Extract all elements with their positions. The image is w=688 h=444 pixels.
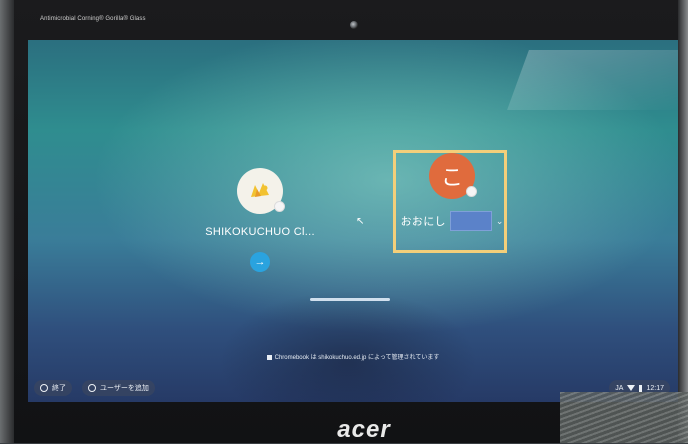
camera-icon [350,21,358,29]
bezel-right-edge [678,0,688,443]
avatar-status-dot [466,186,477,197]
user-name: おおにし [400,216,446,228]
avatar[interactable] [237,168,285,214]
ime-indicator: JA [615,384,624,392]
screen-reflection [507,50,678,110]
power-icon [40,384,48,392]
chromeos-login-screen: SHIKOKUCHUO Cl... → こ おおにし ⌄ ↖ Chromeboo… [28,40,678,402]
redaction-box [449,211,492,231]
add-user-button[interactable]: ユーザーを追加 [82,380,155,396]
avatar-letter: こ [440,166,463,191]
next-arrow-button[interactable]: → [250,252,270,272]
wifi-icon [627,385,636,391]
battery-icon [639,384,643,392]
managed-note-text: Chromebook は shikokuchuo.ed.jp によって管理されて… [274,355,440,361]
school-mascot-icon [251,183,269,197]
user-pod-school[interactable]: SHIKOKUCHUO Cl... → [200,168,320,272]
avatar[interactable]: こ [429,153,477,199]
bezel-left-edge [0,0,14,443]
brand-logo: acer [337,416,391,443]
chevron-down-icon[interactable]: ⌄ [496,216,504,227]
shutdown-label: 終了 [52,385,66,392]
user-name: SHIKOKUCHUO Cl... [205,226,315,238]
user-pod-selected[interactable]: こ おおにし ⌄ [394,153,510,231]
keyboard-edge [560,392,688,443]
shutdown-button[interactable]: 終了 [34,380,72,396]
mouse-cursor-icon: ↖ [356,216,365,227]
add-user-label: ユーザーを追加 [100,385,149,392]
screen-glare [310,298,390,301]
glass-label: Antimicrobial Corning® Gorilla® Glass [40,16,146,22]
building-icon [266,354,272,360]
enterprise-managed-note: Chromebook は shikokuchuo.ed.jp によって管理されて… [28,352,678,361]
clock: 12:17 [646,384,664,392]
screen-reflection-hands [218,290,478,402]
add-person-icon [88,384,96,392]
avatar-status-dot [274,201,285,212]
